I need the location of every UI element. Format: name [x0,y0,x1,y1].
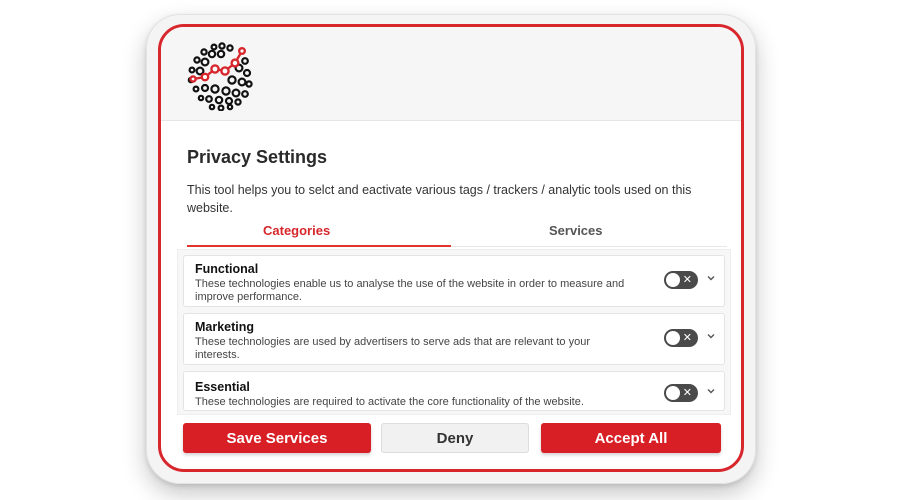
functional-toggle[interactable]: ✕ [664,271,698,289]
category-title: Essential [195,380,250,394]
category-card-functional[interactable]: Functional These technologies enable us … [183,255,725,307]
category-title: Functional [195,262,259,276]
toggle-knob [666,273,680,287]
toggle-knob [666,331,680,345]
tab-services[interactable]: Services [549,223,603,238]
dialog-title: Privacy Settings [187,147,328,167]
toggle-off-icon: ✕ [682,274,692,286]
chevron-down-icon[interactable] [706,386,716,396]
chevron-down-icon[interactable] [706,273,716,283]
dialog-description: This tool helps you to selct and eactiva… [187,183,692,215]
category-description: These technologies enable us to analyse … [195,278,625,303]
category-description: These technologies are required to activ… [195,396,584,408]
toggle-off-icon: ✕ [682,332,692,344]
category-card-marketing[interactable]: Marketing These technologies are used by… [183,313,725,365]
category-title: Marketing [195,320,255,334]
deny-button[interactable]: Deny [381,423,529,453]
toggle-knob [666,386,680,400]
logo-header [161,27,741,121]
sphere-dots-logo [187,42,253,111]
category-card-essential[interactable]: Essential These technologies are require… [183,371,725,411]
essential-toggle[interactable]: ✕ [664,384,698,402]
save-services-button[interactable]: Save Services [183,423,371,453]
tab-categories[interactable]: Categories [263,223,330,238]
chevron-down-icon[interactable] [706,331,716,341]
marketing-toggle[interactable]: ✕ [664,329,698,347]
toggle-off-icon: ✕ [682,387,692,399]
accept-all-button[interactable]: Accept All [541,423,721,453]
category-description: These technologies are used by advertise… [195,336,590,361]
privacy-settings-dialog: Privacy Settings This tool helps you to … [158,24,744,472]
active-tab-indicator [187,245,451,247]
